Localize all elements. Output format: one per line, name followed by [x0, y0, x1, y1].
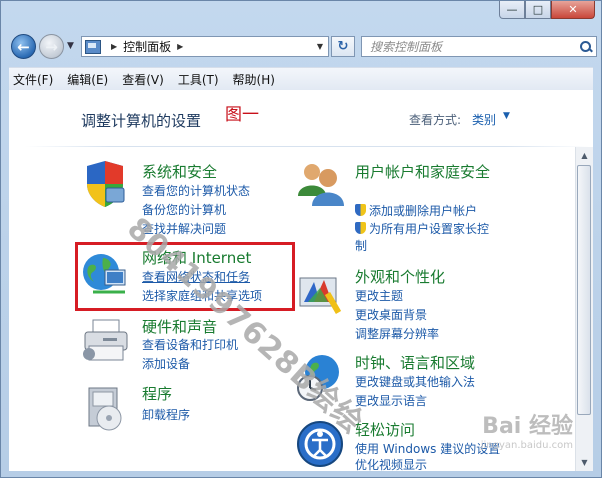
scroll-thumb[interactable] [577, 165, 591, 415]
link-view-computer-status[interactable]: 查看您的计算机状态 [142, 182, 250, 199]
menu-tools[interactable]: 工具(T) [178, 71, 219, 88]
link-optimize-visual-display[interactable]: 优化视频显示 [355, 456, 427, 471]
vertical-scrollbar[interactable]: ▲ ▼ [575, 147, 593, 471]
printer-icon[interactable] [79, 316, 131, 368]
refresh-button[interactable]: ↻ [331, 36, 355, 57]
link-parental-controls[interactable]: 为所有用户设置家长控制 [355, 221, 500, 255]
close-button[interactable]: ✕ [551, 1, 595, 19]
uac-shield-icon [355, 204, 366, 216]
control-panel-window: — □ ✕ ← → ▼ ▶ 控制面板 ▶ ▼ ↻ 文件(F) 编辑(E) 查看(… [0, 0, 602, 478]
baidu-watermark: Bai 经验 jingyan.baidu.com [481, 408, 573, 451]
menu-file[interactable]: 文件(F) [13, 71, 53, 88]
category-title-system-security[interactable]: 系统和安全 [142, 161, 217, 182]
category-title-hardware-sound[interactable]: 硬件和声音 [142, 316, 217, 337]
category-title-ease-of-access[interactable]: 轻松访问 [355, 419, 415, 440]
navigation-bar: ← → ▼ ▶ 控制面板 ▶ ▼ ↻ [9, 31, 597, 63]
breadcrumb-chevron-icon[interactable]: ▶ [177, 42, 183, 51]
menu-help[interactable]: 帮助(H) [233, 71, 275, 88]
link-change-desktop-background[interactable]: 更改桌面背景 [355, 306, 427, 323]
category-title-user-accounts[interactable]: 用户帐户和家庭安全 [355, 161, 490, 182]
address-bar[interactable]: ▶ 控制面板 ▶ ▼ [81, 36, 329, 57]
view-by-label: 查看方式: [409, 113, 462, 127]
shield-icon[interactable] [79, 158, 131, 210]
link-change-keyboard[interactable]: 更改键盘或其他输入法 [355, 373, 475, 390]
link-windows-suggested-settings[interactable]: 使用 Windows 建议的设置 [355, 440, 500, 457]
forward-button[interactable]: → [39, 34, 64, 59]
baidu-watermark-url: jingyan.baidu.com [480, 440, 573, 451]
category-title-appearance[interactable]: 外观和个性化 [355, 266, 445, 287]
search-input[interactable] [362, 38, 576, 55]
view-by-arrow-icon[interactable]: ▼ [503, 111, 510, 121]
link-change-theme[interactable]: 更改主题 [355, 287, 403, 304]
link-add-device[interactable]: 添加设备 [142, 355, 190, 372]
caption-buttons: — □ ✕ [499, 1, 595, 19]
menu-view[interactable]: 查看(V) [122, 71, 164, 88]
menu-bar: 文件(F) 编辑(E) 查看(V) 工具(T) 帮助(H) [9, 67, 593, 91]
search-icon[interactable] [576, 38, 596, 56]
refresh-icon: ↻ [337, 39, 349, 54]
figure-label: 图一 [225, 105, 259, 125]
scroll-up-icon[interactable]: ▲ [576, 147, 593, 164]
category-title-clock-language-region[interactable]: 时钟、语言和区域 [355, 352, 475, 373]
baidu-watermark-logo: Bai 经验 [482, 414, 573, 439]
link-uninstall-program[interactable]: 卸载程序 [142, 406, 190, 423]
menu-edit[interactable]: 编辑(E) [67, 71, 108, 88]
page-title: 调整计算机的设置 [81, 112, 202, 130]
programs-icon[interactable] [79, 382, 131, 434]
forward-arrow-icon: → [45, 37, 58, 56]
appearance-icon[interactable] [294, 268, 346, 320]
main-content: 调整计算机的设置 图一 查看方式: 类别 ▼ 系统和安全 查看您的计算机状态 备… [9, 90, 593, 471]
link-add-remove-users[interactable]: 添加或删除用户帐户 [355, 202, 477, 219]
users-icon[interactable] [294, 158, 346, 210]
link-screen-resolution[interactable]: 调整屏幕分辨率 [355, 325, 439, 342]
category-title-programs[interactable]: 程序 [142, 383, 172, 404]
breadcrumb-separator-icon[interactable]: ▶ [111, 42, 117, 51]
recent-pages-dropdown[interactable]: ▼ [67, 41, 74, 51]
divider [25, 146, 589, 147]
back-button[interactable]: ← [11, 34, 36, 59]
control-panel-icon [85, 39, 101, 54]
breadcrumb-control-panel[interactable]: 控制面板 [123, 38, 171, 55]
scroll-down-icon[interactable]: ▼ [576, 454, 593, 471]
back-arrow-icon: ← [17, 37, 30, 56]
search-box[interactable] [361, 36, 597, 57]
uac-shield-icon [355, 222, 366, 234]
view-by-dropdown[interactable]: 类别 [472, 111, 496, 128]
address-dropdown-icon[interactable]: ▼ [312, 42, 328, 51]
maximize-button[interactable]: □ [525, 1, 551, 19]
minimize-button[interactable]: — [499, 1, 525, 19]
link-devices-printers[interactable]: 查看设备和打印机 [142, 336, 238, 353]
